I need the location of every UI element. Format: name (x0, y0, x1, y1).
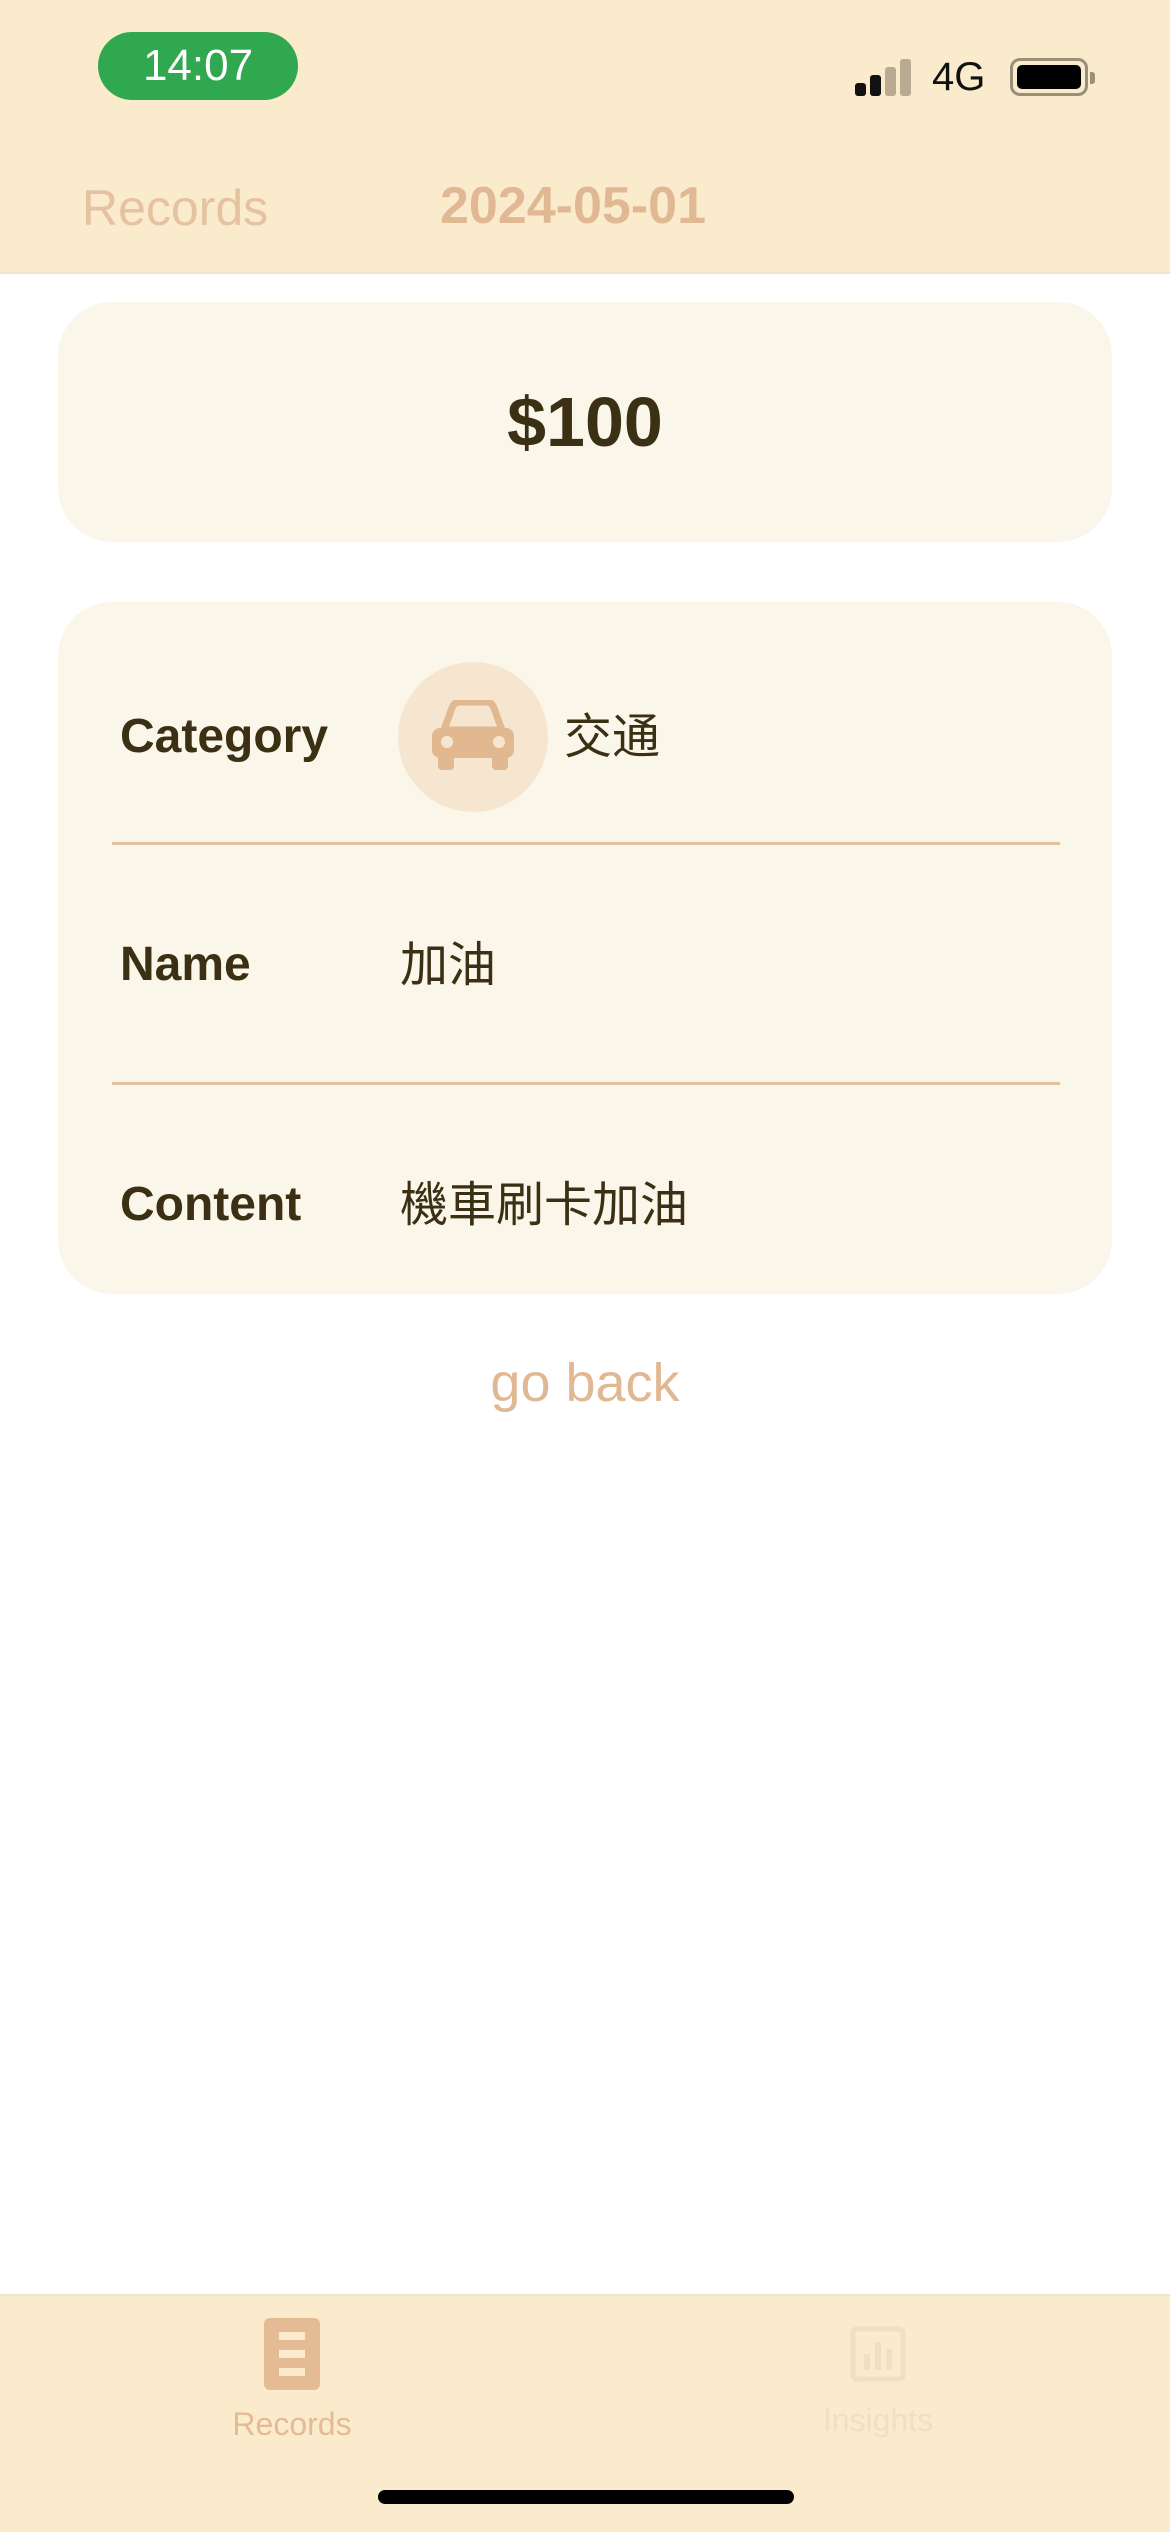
network-type: 4G (932, 55, 986, 99)
content-value: 機車刷卡加油 (400, 1177, 689, 1233)
status-time: 14:07 (98, 32, 298, 100)
records-icon (264, 2318, 320, 2390)
car-icon (432, 700, 514, 770)
category-value: 交通 (564, 709, 661, 765)
name-value: 加油 (400, 937, 497, 993)
expense-detail-screen: 14:07 4G Records 2024-05-01 $100 Categor… (0, 0, 1170, 2532)
tab-records[interactable]: Records (142, 2318, 442, 2468)
row-divider (112, 842, 1060, 845)
nav-back-button[interactable]: Records (82, 178, 268, 238)
category-label: Category (120, 710, 329, 763)
amount-value: $100 (507, 383, 663, 461)
cellular-signal-icon (855, 58, 915, 96)
go-back-link[interactable]: go back (0, 1348, 1170, 1418)
name-label: Name (120, 938, 251, 991)
amount-card: $100 (58, 302, 1112, 542)
header-divider (0, 272, 1170, 274)
category-icon-badge (398, 662, 548, 812)
top-header: 14:07 4G Records 2024-05-01 (0, 0, 1170, 274)
page-title: 2024-05-01 (440, 177, 706, 235)
home-indicator[interactable] (378, 2490, 794, 2504)
tab-insights[interactable]: Insights (728, 2318, 1028, 2468)
row-divider (112, 1082, 1060, 1085)
tab-records-label: Records (232, 2406, 352, 2442)
content-label: Content (120, 1178, 302, 1231)
detail-card: Category 交通 Name 加油 Content 機車刷卡加油 (58, 602, 1112, 1294)
tab-insights-label: Insights (822, 2402, 934, 2438)
insights-icon (850, 2326, 906, 2382)
battery-icon (1010, 58, 1095, 96)
